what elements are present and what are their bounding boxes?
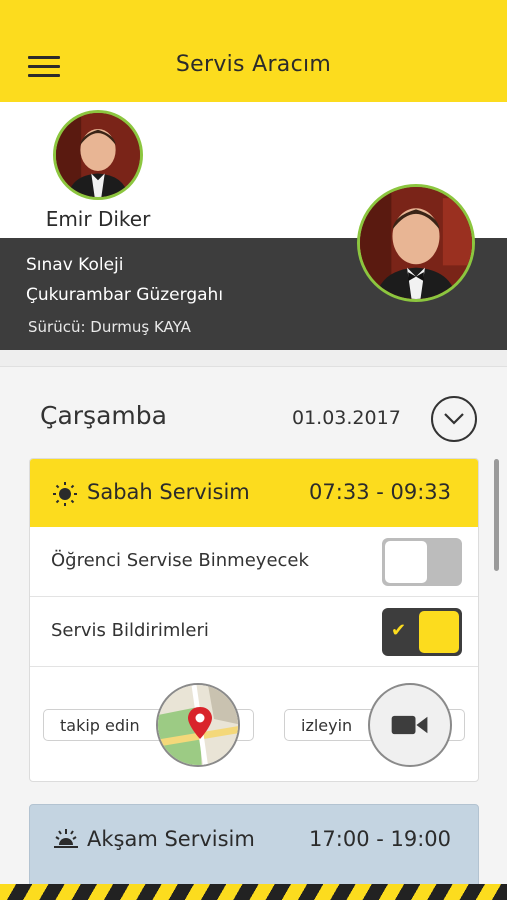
map-pin-icon[interactable] (156, 683, 240, 767)
sunset-icon (54, 829, 78, 848)
evening-service-label: Akşam Servisim (87, 827, 255, 851)
skip-ride-toggle[interactable] (382, 538, 462, 586)
student-name: Emir Diker (45, 207, 151, 231)
app-header: Servis Aracım (0, 0, 507, 102)
morning-service-label: Sabah Servisim (87, 480, 250, 504)
skip-ride-row: Öğrenci Servise Binmeyecek (30, 527, 478, 597)
schedule-section: Çarşamba 01.03.2017 Sabah Servisim 07:33… (0, 366, 507, 894)
check-icon: ✔ (391, 620, 407, 641)
school-name: Sınav Koleji (26, 255, 124, 275)
notifications-row: Servis Bildirimleri ✔ (30, 597, 478, 667)
skip-ride-label: Öğrenci Servise Binmeyecek (51, 550, 309, 571)
expand-button[interactable] (431, 396, 477, 442)
evening-service-time: 17:00 - 19:00 (309, 827, 451, 851)
notifications-label: Servis Bildirimleri (51, 620, 209, 641)
video-camera-icon[interactable] (368, 683, 452, 767)
evening-service-card[interactable]: Akşam Servisim 17:00 - 19:00 (29, 804, 479, 894)
scrollbar[interactable] (494, 459, 499, 571)
day-name: Çarşamba (40, 401, 167, 430)
action-row: takip edin izleyin (30, 667, 478, 781)
student-avatar-large[interactable] (357, 184, 475, 302)
chevron-down-icon (444, 413, 464, 425)
hazard-stripe (0, 884, 507, 900)
notifications-toggle[interactable]: ✔ (382, 608, 462, 656)
route-name: Çukurambar Güzergahı (26, 285, 224, 305)
driver-name: Sürücü: Durmuş KAYA (28, 318, 191, 336)
day-date: 01.03.2017 (292, 407, 401, 429)
morning-service-card: Sabah Servisim 07:33 - 09:33 Öğrenci Ser… (29, 458, 479, 782)
sun-icon (53, 482, 77, 506)
student-avatar-small[interactable] (53, 110, 143, 200)
page-title: Servis Aracım (175, 52, 332, 77)
morning-service-header[interactable]: Sabah Servisim 07:33 - 09:33 (30, 459, 478, 527)
morning-service-time: 07:33 - 09:33 (309, 480, 451, 504)
